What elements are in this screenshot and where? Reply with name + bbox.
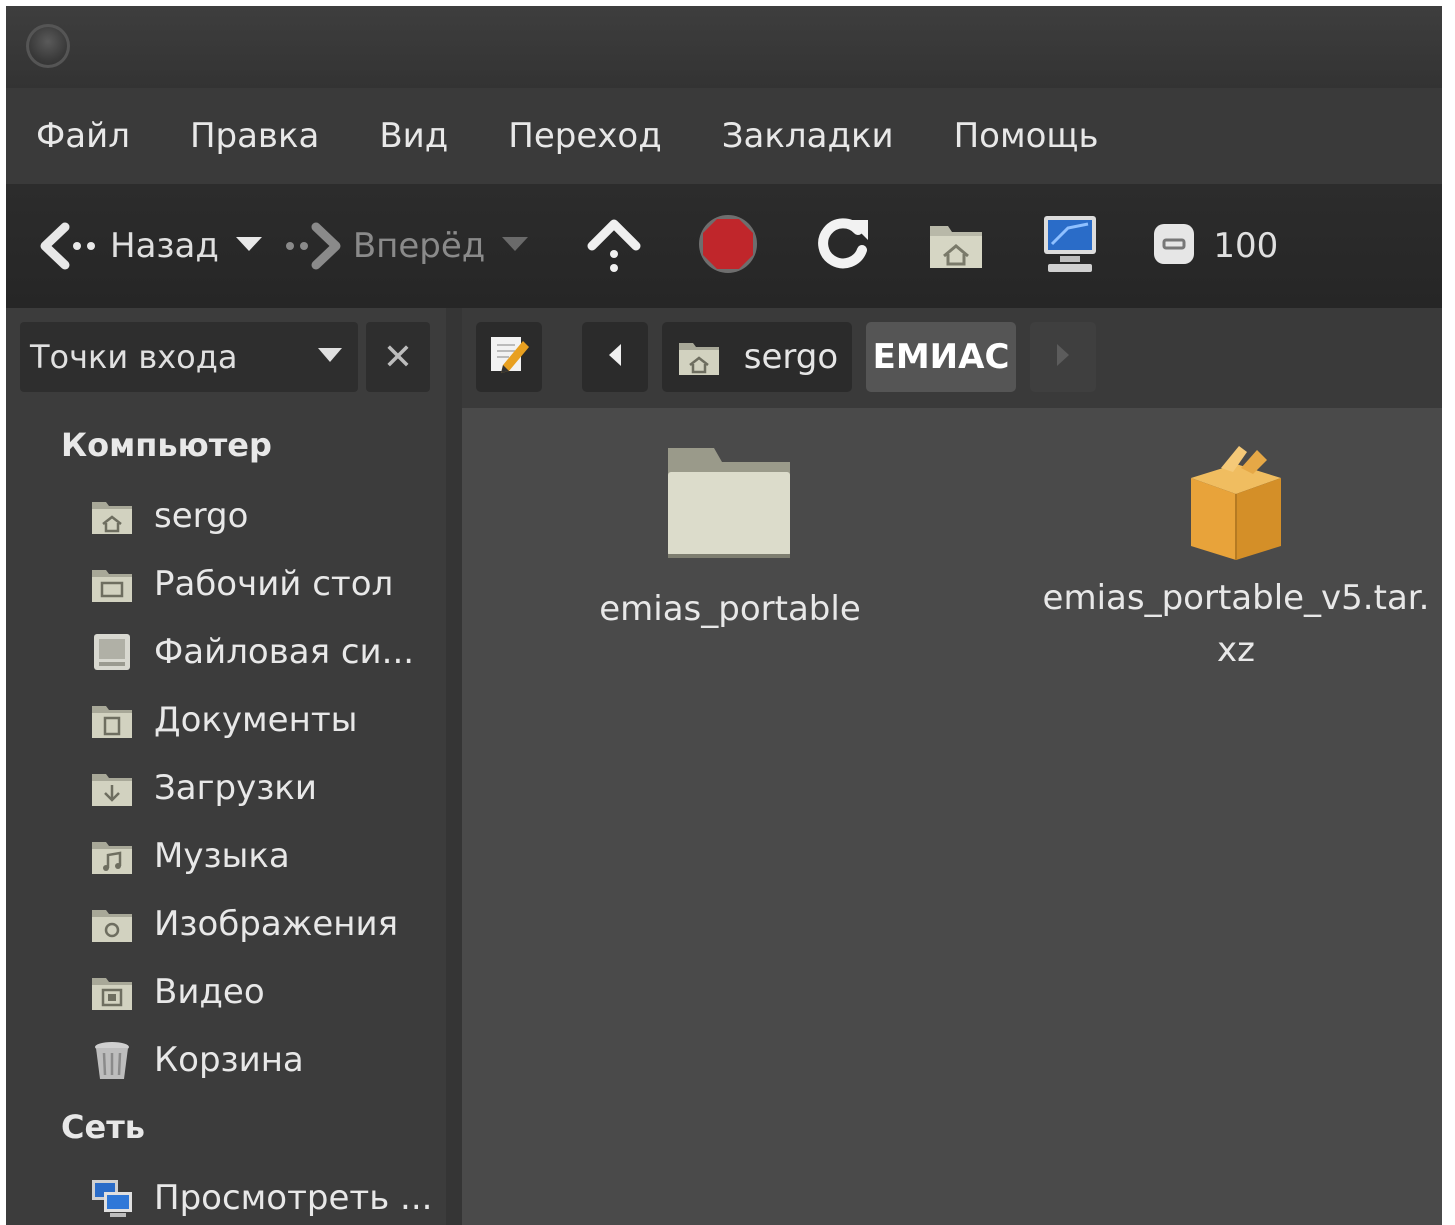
downloads-folder-icon [90,766,134,810]
sidebar-item-trash[interactable]: Корзина [90,1030,304,1090]
close-icon: ✕ [382,336,414,378]
window-menu-button[interactable] [26,24,70,68]
back-arrow-icon [36,213,102,279]
home-folder-icon [926,216,986,276]
chevron-down-icon [500,234,530,258]
file-item-folder[interactable]: emias_portable [580,442,880,629]
file-name: emias_portable_v5.tar. xz [1042,578,1430,670]
toggle-location-entry-button[interactable] [476,322,542,392]
path-scroll-right-button[interactable] [1030,322,1096,392]
sidebar-item-filesystem[interactable]: Файловая си... [90,622,414,682]
zoom-button[interactable] [1139,213,1209,279]
sidebar-item-downloads[interactable]: Загрузки [90,758,317,818]
crumb-label: sergo [743,337,839,377]
chevron-left-icon [605,337,625,377]
up-arrow-icon [584,214,644,278]
edit-icon [487,331,531,384]
back-button[interactable]: Назад [36,213,219,279]
forward-history-dropdown[interactable] [485,213,545,279]
sidebar-mode-selector[interactable]: Точки входа [20,322,358,392]
sidebar-item-pictures[interactable]: Изображения [90,894,398,954]
sidebar-item-label: Загрузки [154,768,317,808]
videos-folder-icon [90,970,134,1014]
pictures-folder-icon [90,902,134,946]
menu-bar: Файл Правка Вид Переход Закладки Помощь [6,88,1442,184]
file-manager-window: Файл Правка Вид Переход Закладки Помощь … [6,6,1442,1225]
places-sidebar: Точки входа ✕ Компьютер sergo Рабочий ст… [6,308,446,1225]
network-section-header: Сеть [61,1108,145,1146]
crumb-label: ЕМИАС [872,337,1010,377]
computer-icon [1038,214,1102,278]
stop-icon [697,213,759,279]
forward-label: Вперёд [352,226,486,266]
zoom-level-text: 100 [1213,226,1279,266]
stop-button[interactable] [683,213,773,279]
crumb-emias[interactable]: ЕМИАС [866,322,1016,392]
documents-folder-icon [90,698,134,742]
music-folder-icon [90,834,134,878]
back-label: Назад [110,226,219,266]
computer-section-header: Компьютер [61,426,272,464]
home-folder-icon [676,337,722,377]
sidebar-item-label: Музыка [154,836,290,876]
path-scroll-left-button[interactable] [582,322,648,392]
chevron-down-icon [318,348,342,362]
sidebar-item-documents[interactable]: Документы [90,690,357,750]
pane-splitter[interactable] [446,308,462,1225]
up-button[interactable] [569,213,659,279]
menu-edit[interactable]: Правка [160,116,349,156]
title-bar [6,6,1442,88]
menu-file[interactable]: Файл [6,116,160,156]
menu-bookmarks[interactable]: Закладки [692,116,924,156]
sidebar-item-label: Просмотреть ... [154,1178,433,1218]
chevron-right-icon [1053,337,1073,377]
menu-view[interactable]: Вид [349,116,478,156]
sidebar-mode-label: Точки входа [30,338,238,376]
desktop-folder-icon [90,562,134,606]
file-name: emias_portable [599,589,861,629]
sidebar-item-label: Изображения [154,904,399,944]
reload-button[interactable] [797,213,887,279]
sidebar-item-desktop[interactable]: Рабочий стол [90,554,393,614]
zoom-icon [1150,220,1198,272]
home-button[interactable] [911,213,1001,279]
archive-icon [1181,442,1291,562]
network-icon [90,1176,134,1220]
path-bar: sergo ЕМИАС [462,308,1442,408]
sidebar-item-label: Рабочий стол [154,564,394,604]
menu-go[interactable]: Переход [478,116,691,156]
file-view: emias_portable emias_portable_v5.tar. xz [462,408,1442,1225]
sidebar-item-label: Документы [154,700,358,740]
sidebar-item-label: Корзина [154,1040,304,1080]
filesystem-icon [90,630,134,674]
menu-help[interactable]: Помощь [924,116,1129,156]
folder-icon [664,442,796,571]
sidebar-item-label: Файловая си... [154,632,415,672]
home-folder-icon [90,494,134,538]
forward-arrow-icon [279,213,345,279]
computer-button[interactable] [1025,213,1115,279]
file-item-archive[interactable]: emias_portable_v5.tar. xz [1036,442,1436,676]
sidebar-item-sergo[interactable]: sergo [90,486,248,546]
close-sidebar-button[interactable]: ✕ [366,322,430,392]
sidebar-item-browse-network[interactable]: Просмотреть ... [90,1168,432,1225]
reload-icon [812,214,872,278]
crumb-sergo[interactable]: sergo [662,322,852,392]
sidebar-item-music[interactable]: Музыка [90,826,290,886]
sidebar-item-label: Видео [154,972,265,1012]
forward-button[interactable]: Вперёд [279,213,485,279]
trash-icon [90,1038,134,1082]
toolbar: Назад Вперёд 100 [6,184,1442,308]
sidebar-item-videos[interactable]: Видео [90,962,265,1022]
chevron-down-icon [234,234,264,258]
back-history-dropdown[interactable] [219,213,279,279]
sidebar-item-label: sergo [154,496,249,536]
